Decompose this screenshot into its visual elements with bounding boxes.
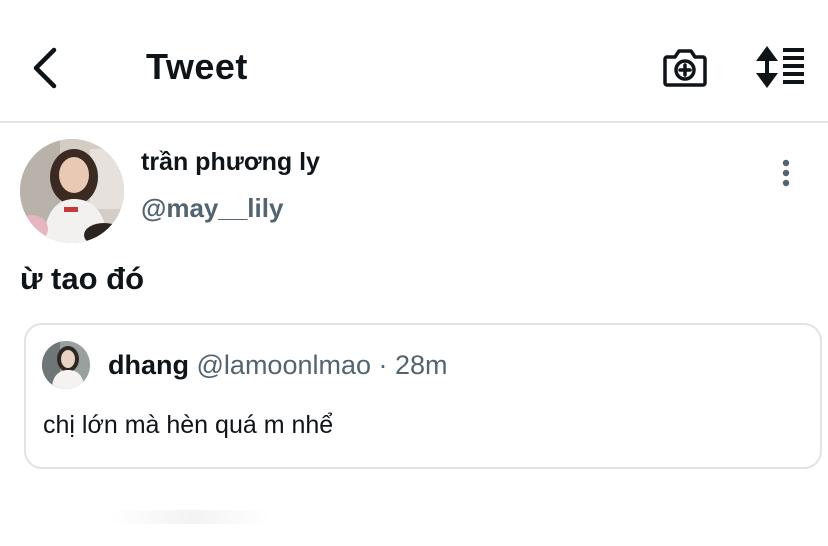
camera-plus-icon [663, 49, 707, 87]
more-options-button[interactable] [776, 158, 796, 188]
author-handle[interactable]: @may__lily [141, 193, 283, 224]
author-avatar[interactable] [20, 139, 124, 243]
quoted-author-handle[interactable]: @lamoonlmao [197, 350, 372, 380]
chevron-left-icon [33, 47, 57, 89]
faded-divider [110, 510, 270, 524]
more-vertical-icon [782, 159, 790, 187]
tweet-text: ừ tao đó [20, 261, 145, 296]
quoted-avatar-image [42, 341, 90, 389]
camera-button[interactable] [662, 44, 708, 90]
quoted-author-avatar[interactable] [42, 341, 90, 389]
back-button[interactable] [26, 44, 66, 92]
sort-button[interactable] [754, 44, 808, 90]
page-title: Tweet [146, 46, 248, 87]
sort-lines-icon [756, 46, 804, 88]
quoted-tweet-header: dhang @lamoonlmao · 28m [108, 350, 448, 381]
top-bar: Tweet [0, 0, 828, 123]
author-avatar-image [20, 139, 124, 243]
author-display-name[interactable]: trần phương ly [141, 148, 320, 177]
quoted-tweet-card[interactable]: dhang @lamoonlmao · 28m chị lớn mà hèn q… [24, 323, 822, 469]
quoted-timestamp: 28m [395, 350, 448, 380]
quoted-author-name[interactable]: dhang [108, 350, 189, 380]
quoted-tweet-text: chị lớn mà hèn quá m nhể [43, 411, 334, 439]
quoted-separator: · [371, 350, 396, 380]
